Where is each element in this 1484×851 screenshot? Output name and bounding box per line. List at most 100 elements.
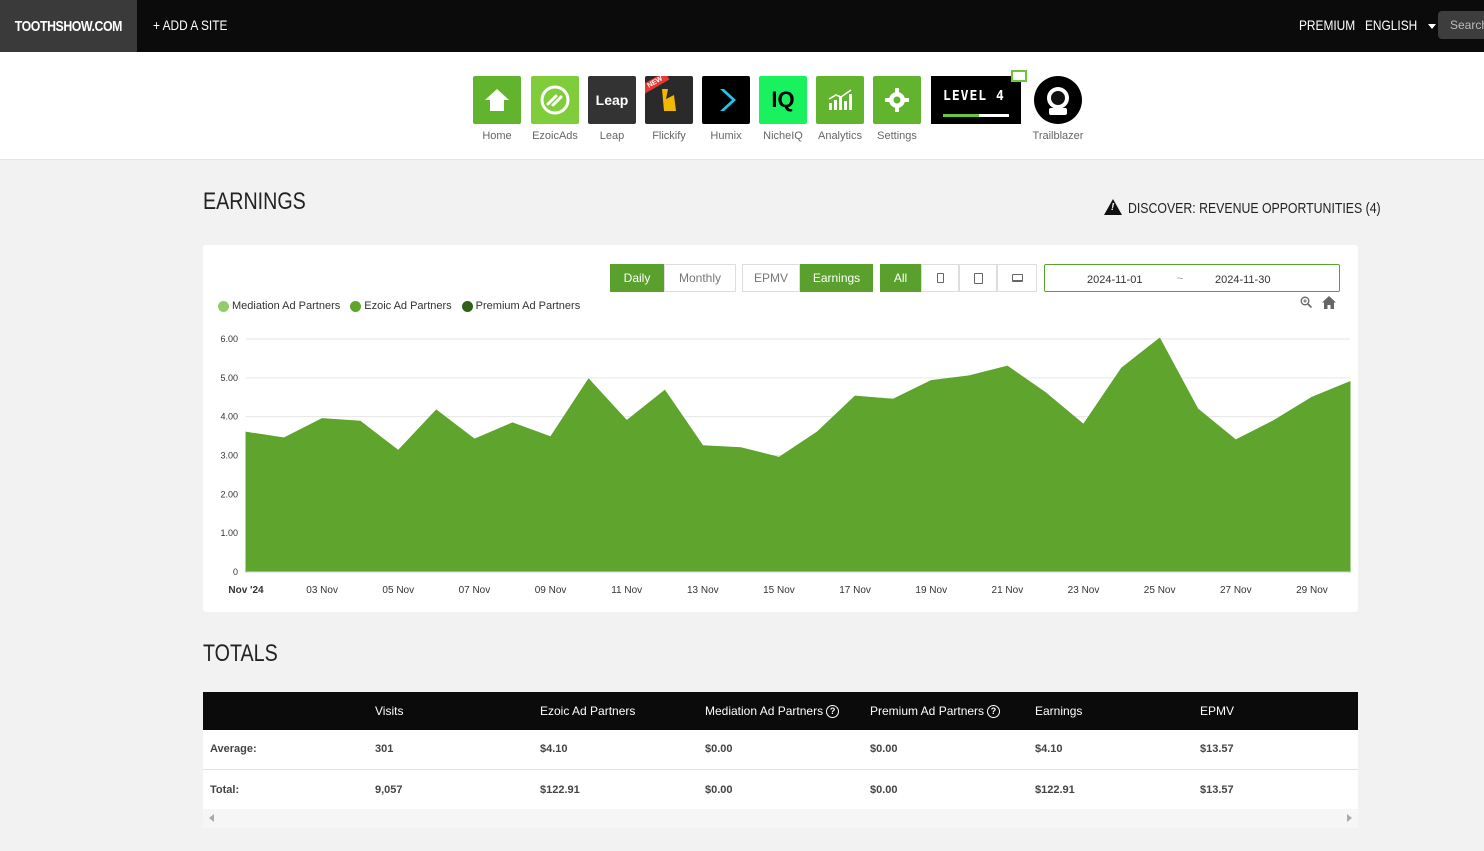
top-navbar: TOOTHSHOW.COM + ADD A SITE PREMIUM ENGLI… — [0, 0, 1484, 52]
brand-text: TOOTHSHOW.COM — [14, 17, 123, 35]
level-badge[interactable]: LEVEL 4 — [931, 70, 1027, 124]
site-brand-link[interactable]: TOOTHSHOW.COM — [0, 0, 137, 52]
column-header-label: EPMV — [1200, 704, 1235, 718]
search-input[interactable]: Search — [1438, 11, 1484, 39]
desktop-filter-button[interactable] — [997, 264, 1037, 292]
reset-zoom-home-icon[interactable] — [1322, 296, 1336, 309]
epmv-button[interactable]: EPMV — [742, 264, 800, 292]
horizontal-scrollbar[interactable] — [203, 809, 1358, 828]
ezoic-series-area — [245, 337, 1351, 573]
zoom-icon[interactable] — [1300, 296, 1312, 308]
y-tick-label: 6.00 — [220, 334, 238, 344]
nicheiq-icon: IQ — [759, 76, 807, 124]
tablet-filter-button[interactable] — [959, 264, 997, 292]
home-icon — [473, 76, 521, 124]
x-tick-label: 27 Nov — [1220, 585, 1252, 596]
app-label: Analytics — [817, 130, 863, 142]
earnings-chart-card: Daily Monthly EPMV Earnings All 2024-11-… — [203, 245, 1358, 612]
scroll-right-arrow-icon[interactable] — [1347, 814, 1352, 822]
y-tick-label: 5.00 — [220, 373, 238, 383]
legend-item[interactable]: Premium Ad Partners — [461, 300, 581, 312]
x-tick-label: 23 Nov — [1068, 585, 1100, 596]
y-tick-label: 4.00 — [220, 412, 238, 422]
legend-item[interactable]: Mediation Ad Partners — [218, 300, 340, 312]
x-tick-label: 15 Nov — [763, 585, 795, 596]
x-tick-label: 03 Nov — [306, 585, 338, 596]
table-cell: $122.91 — [1035, 784, 1075, 796]
x-tick-label: 07 Nov — [459, 585, 491, 596]
chevron-down-icon — [1428, 23, 1437, 29]
app-label: Home — [482, 130, 512, 142]
gear-icon — [873, 76, 921, 124]
mobile-filter-button[interactable] — [921, 264, 959, 292]
table-cell: $0.00 — [705, 784, 733, 796]
totals-heading: TOTALS — [203, 640, 294, 668]
monthly-button[interactable]: Monthly — [664, 264, 736, 292]
warning-icon — [1104, 199, 1122, 215]
column-header-label: Ezoic Ad Partners — [540, 704, 636, 718]
app-label: Settings — [877, 130, 917, 142]
app-leap[interactable]: Leap Leap — [582, 76, 642, 142]
column-header-label: Mediation Ad Partners — [705, 704, 824, 718]
premium-label: PREMIUM — [1299, 17, 1356, 33]
mail-icon[interactable] — [1011, 70, 1027, 82]
leap-icon: Leap — [588, 76, 636, 124]
language-dropdown[interactable]: ENGLISH — [1365, 17, 1437, 33]
x-tick-label: 13 Nov — [687, 585, 719, 596]
daily-button[interactable]: Daily — [610, 264, 664, 292]
totals-table: Visits Ezoic Ad Partners Mediation Ad Pa… — [203, 692, 1358, 828]
discover-opportunities-link[interactable]: DISCOVER: REVENUE OPPORTUNITIES (4) — [1104, 199, 1436, 217]
y-tick-label: 0 — [233, 567, 238, 577]
app-nicheiq[interactable]: IQ NicheIQ — [753, 76, 813, 142]
earnings-heading-text: EARNINGS — [203, 188, 306, 215]
x-tick-label: 11 Nov — [611, 585, 642, 596]
legend-label: Mediation Ad Partners — [232, 300, 341, 312]
legend-label: Premium Ad Partners — [475, 300, 581, 312]
row-label: Average: — [210, 743, 257, 755]
app-label: EzoicAds — [532, 130, 578, 142]
add-site-link[interactable]: + ADD A SITE — [153, 17, 241, 33]
app-analytics[interactable]: Analytics — [810, 76, 870, 142]
leap-tile-text: Leap — [595, 92, 629, 108]
language-label: ENGLISH — [1365, 17, 1418, 33]
x-tick-label: 17 Nov — [839, 585, 871, 596]
earnings-button[interactable]: Earnings — [800, 264, 873, 292]
y-tick-label: 3.00 — [220, 451, 238, 461]
x-tick-label: 19 Nov — [915, 585, 947, 596]
y-tick-label: 1.00 — [220, 528, 238, 538]
x-tick-label: Nov '24 — [228, 585, 264, 596]
scroll-left-arrow-icon[interactable] — [209, 814, 214, 822]
x-tick-label: 29 Nov — [1296, 585, 1328, 596]
app-ezoicads[interactable]: EzoicAds — [525, 76, 585, 142]
x-tick-label: 21 Nov — [992, 585, 1024, 596]
app-trailblazer[interactable]: Trailblazer — [1030, 76, 1086, 142]
column-header-label: Earnings — [1035, 704, 1083, 718]
x-tick-label: 25 Nov — [1144, 585, 1176, 596]
column-header: Earnings — [1035, 704, 1082, 718]
x-tick-label: 09 Nov — [535, 585, 567, 596]
app-label: Flickify — [652, 130, 686, 142]
column-header-label: Visits — [375, 704, 404, 718]
tablet-icon — [973, 272, 983, 284]
column-header: Mediation Ad Partners? — [705, 704, 840, 718]
legend-marker — [350, 300, 362, 312]
column-header: EPMV — [1200, 704, 1234, 718]
legend-marker — [461, 300, 473, 312]
date-end: 2024-11-30 — [1215, 274, 1271, 286]
x-tick-label: 05 Nov — [382, 585, 414, 596]
all-devices-button[interactable]: All — [880, 264, 921, 292]
premium-link[interactable]: PREMIUM — [1299, 17, 1365, 33]
help-icon[interactable]: ? — [987, 704, 1001, 718]
app-home[interactable]: Home — [467, 76, 527, 142]
totals-heading-text: TOTALS — [203, 640, 278, 667]
legend-item[interactable]: Ezoic Ad Partners — [350, 300, 452, 312]
astronaut-icon — [1034, 76, 1082, 124]
app-humix[interactable]: Humix — [696, 76, 756, 142]
ezoicads-icon — [531, 76, 579, 124]
app-flickify[interactable]: NEW Flickify — [639, 76, 699, 142]
help-icon[interactable]: ? — [826, 704, 840, 718]
column-header-label: Premium Ad Partners — [870, 704, 985, 718]
app-settings[interactable]: Settings — [867, 76, 927, 142]
date-range-picker[interactable]: 2024-11-01 ~ 2024-11-30 — [1044, 264, 1340, 292]
table-cell: 9,057 — [375, 784, 403, 796]
